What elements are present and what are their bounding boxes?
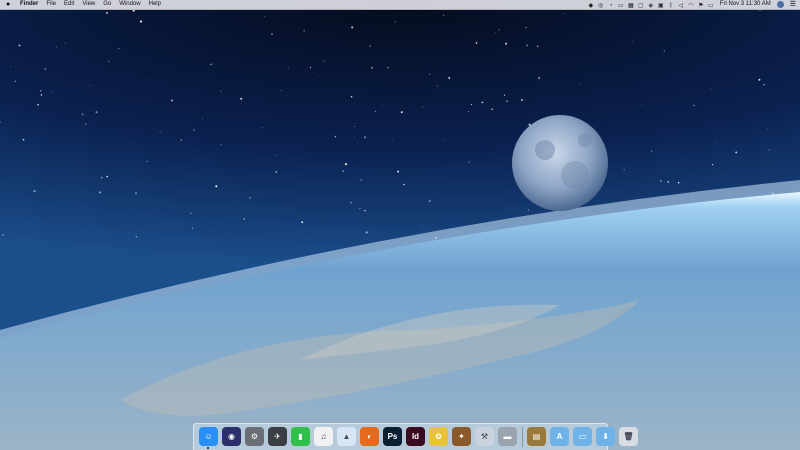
wifi-icon[interactable]: ◠ — [688, 2, 694, 9]
dropbox-icon[interactable]: ◆ — [588, 2, 594, 9]
server-icon[interactable]: ▬ — [498, 427, 517, 446]
dock-separator — [522, 427, 523, 447]
menu-edit[interactable]: Edit — [64, 0, 74, 9]
menu-clock[interactable]: Fri Nov 3 11:30 AM — [720, 0, 771, 9]
documents-folder-icon[interactable]: ▭ — [573, 427, 592, 446]
apple-logo-icon[interactable]: ● — [6, 0, 14, 9]
calendar-icon[interactable]: ▦ — [628, 2, 634, 9]
earth-moon-scene — [0, 9, 800, 450]
battery-icon[interactable]: ▭ — [708, 2, 714, 9]
menu-help[interactable]: Help — [149, 0, 161, 9]
menu-finder[interactable]: Finder — [20, 0, 38, 9]
running-indicator — [207, 447, 209, 449]
dock: ☺ ◉ ⚙ ✈ ▮ ♫ ▲ ◐ Ps Id ✿ ✦ ⚒ ▬ ▤ A ▭ ⬇ 🗑 — [193, 423, 638, 450]
photoshop-icon[interactable]: Ps — [383, 427, 402, 446]
bluetooth-icon[interactable]: ᛒ — [668, 2, 674, 9]
wifi-signal-icon[interactable]: ◔ — [608, 2, 614, 9]
itunes-icon[interactable]: ♫ — [314, 427, 333, 446]
moon — [512, 115, 608, 211]
menu-view[interactable]: View — [82, 0, 95, 9]
stuffit-icon[interactable]: ✿ — [429, 427, 448, 446]
siri-icon[interactable]: ◉ — [222, 427, 241, 446]
display-icon[interactable]: ▢ — [638, 2, 644, 9]
xcode-icon[interactable]: ⚒ — [475, 427, 494, 446]
menu-bar: ● Finder File Edit View Go Window Help ◆… — [0, 0, 800, 10]
archive-utility-icon[interactable]: ▤ — [527, 427, 546, 446]
menu-file[interactable]: File — [46, 0, 56, 9]
launchpad-icon[interactable]: ✈ — [268, 427, 287, 446]
indesign-icon[interactable]: Id — [406, 427, 425, 446]
applications-folder-icon[interactable]: A — [550, 427, 569, 446]
sequel-pro-icon[interactable]: ✦ — [452, 427, 471, 446]
folder-icon[interactable]: ▭ — [618, 2, 624, 9]
system-preferences-icon[interactable]: ⚙ — [245, 427, 264, 446]
status-menus: ◆ ◎ ◔ ▭ ▦ ▢ ◈ ▣ ᛒ ◁ ◠ ⚑ ▭ Fri Nov 3 11:3… — [584, 0, 796, 9]
volume-icon[interactable]: ◁ — [678, 2, 684, 9]
menu-go[interactable]: Go — [103, 0, 111, 9]
downloads-folder-icon[interactable]: ⬇ — [596, 427, 615, 446]
menu-window[interactable]: Window — [119, 0, 140, 9]
shield-icon[interactable]: ◈ — [648, 2, 654, 9]
eye-icon[interactable]: ◎ — [598, 2, 604, 9]
trash-icon[interactable]: 🗑 — [619, 427, 638, 446]
photos-icon[interactable]: ▲ — [337, 427, 356, 446]
finder-icon[interactable]: ☺ — [199, 427, 218, 446]
flag-icon[interactable]: ⚑ — [698, 2, 704, 9]
user-avatar[interactable] — [776, 1, 784, 8]
desktop-wallpaper — [0, 0, 800, 450]
facetime-icon[interactable]: ▮ — [291, 427, 310, 446]
firefox-icon[interactable]: ◐ — [360, 427, 379, 446]
notification-center-icon[interactable]: ☰ — [790, 0, 796, 9]
apps-icon[interactable]: ▣ — [658, 2, 664, 9]
